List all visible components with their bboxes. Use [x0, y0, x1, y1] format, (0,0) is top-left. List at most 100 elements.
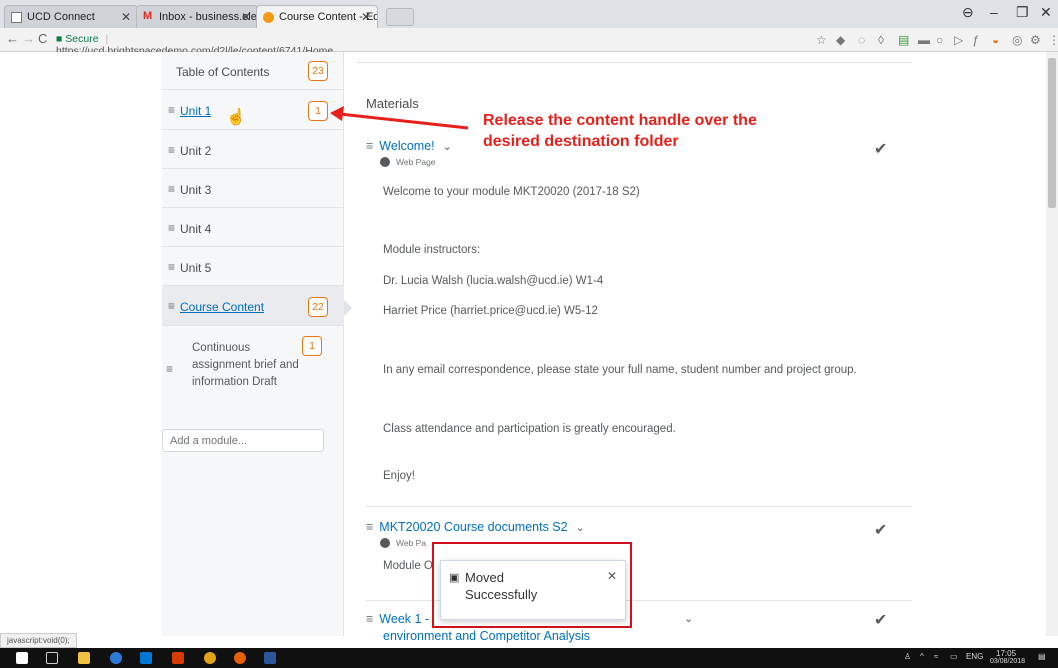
drag-handle-icon[interactable]: ≡: [168, 221, 175, 235]
topic-title[interactable]: environment and Competitor Analysis: [383, 629, 590, 643]
drag-handle-icon[interactable]: ≡: [366, 612, 373, 626]
unit-label[interactable]: Unit 2: [180, 144, 211, 158]
topic-type: Web Pa: [380, 538, 426, 548]
close-window-button[interactable]: ✕: [1040, 4, 1052, 21]
chevron-down-icon[interactable]: ⌄: [576, 522, 585, 534]
unit-label[interactable]: Unit 5: [180, 261, 211, 275]
task-view-icon[interactable]: [46, 652, 58, 664]
checkmark-icon: ✔: [874, 522, 888, 539]
drag-handle-icon[interactable]: ≡: [366, 139, 373, 153]
extension-icon[interactable]: ○: [936, 33, 943, 47]
body-line: Dr. Lucia Walsh (lucia.walsh@ucd.ie) W1-…: [383, 275, 604, 287]
annotation-text: Release the content handle over the desi…: [483, 110, 757, 152]
toc-unit-4[interactable]: ≡ Unit 4: [162, 208, 344, 247]
tab-ucd-connect[interactable]: UCD Connect ✕: [4, 5, 138, 28]
extension-icon[interactable]: ◎: [1012, 33, 1022, 47]
unit-label[interactable]: Unit 4: [180, 222, 211, 236]
tray-up-icon[interactable]: ^: [920, 652, 924, 661]
toc-title-row[interactable]: Table of Contents 23: [162, 52, 344, 90]
close-icon[interactable]: ✕: [361, 10, 371, 24]
menu-icon[interactable]: ⋮: [1048, 33, 1058, 47]
unit-label[interactable]: Unit 1: [180, 104, 211, 118]
drag-handle-icon[interactable]: ≡: [168, 299, 175, 313]
forward-button[interactable]: →: [22, 31, 35, 46]
gmail-icon: M: [143, 10, 153, 22]
maximize-button[interactable]: ❐: [1016, 4, 1029, 21]
word-icon[interactable]: [264, 652, 276, 664]
firefox-icon[interactable]: [234, 652, 246, 664]
taskbar: ♙ ^ ≈ ▭ ENG 17:05 03/08/2018 ▤: [0, 648, 1058, 668]
topic-title[interactable]: MKT20020 Course documents S2: [379, 520, 567, 534]
topic-week-1[interactable]: ≡ Week 1 -: [366, 612, 429, 626]
chrome-icon[interactable]: [204, 652, 216, 664]
windows-start-icon[interactable]: [16, 652, 28, 664]
globe-icon: [380, 538, 390, 548]
scrollbar-thumb[interactable]: [1048, 58, 1056, 208]
toc-unit-1[interactable]: ≡ Unit 1 1: [162, 90, 344, 130]
chevron-down-icon[interactable]: ⌄: [684, 612, 693, 625]
display-icon[interactable]: ▭: [950, 652, 958, 661]
reload-button[interactable]: C: [38, 31, 47, 46]
tab-course-content[interactable]: Course Content - EdTech ✕: [256, 5, 378, 28]
module-label[interactable]: Course Content: [180, 300, 264, 314]
topic-welcome[interactable]: ≡ Welcome! ⌄: [366, 139, 452, 153]
new-tab-button[interactable]: [386, 8, 414, 26]
body-line: Module instructors:: [383, 244, 481, 256]
extension-icon[interactable]: ▷: [954, 33, 963, 47]
close-icon[interactable]: ✕: [241, 10, 251, 24]
extension-icon[interactable]: ◌: [858, 33, 865, 47]
office-icon[interactable]: [172, 652, 184, 664]
drag-handle-icon[interactable]: ≡: [366, 520, 373, 534]
topic-type: Web Page: [380, 157, 436, 167]
toc-title: Table of Contents: [176, 65, 270, 79]
toc-unit-2[interactable]: ≡ Unit 2: [162, 130, 344, 169]
notification-icon[interactable]: ▤: [1038, 652, 1046, 661]
secure-label: Secure: [65, 33, 99, 45]
extension-icon[interactable]: ◒: [992, 33, 999, 47]
add-module-input[interactable]: Add a module...: [162, 429, 324, 452]
url-field[interactable]: ■ Secure | https://ucd.brightspacedemo.c…: [56, 31, 376, 57]
toc-course-content[interactable]: ≡ Course Content 22: [162, 286, 344, 326]
extension-icon[interactable]: ◊: [878, 33, 884, 47]
topic-course-documents[interactable]: ≡ MKT20020 Course documents S2 ⌄: [366, 520, 585, 534]
close-icon[interactable]: ✕: [121, 10, 131, 24]
profile-icon[interactable]: ⊖: [962, 4, 974, 21]
drag-handle-icon[interactable]: ≡: [168, 182, 175, 196]
drag-handle-icon[interactable]: ≡: [166, 362, 173, 376]
body-line: In any email correspondence, please stat…: [383, 364, 857, 376]
address-bar: ← → C ■ Secure | https://ucd.brightspace…: [0, 28, 1058, 57]
tab-inbox[interactable]: M Inbox - business.elearnin ✕: [136, 5, 258, 28]
brightspace-icon: [263, 12, 274, 23]
toc-sub-module[interactable]: Continuous assignment brief and informat…: [192, 340, 312, 391]
people-icon[interactable]: ♙: [904, 652, 911, 661]
toc-unit-3[interactable]: ≡ Unit 3: [162, 169, 344, 208]
network-icon[interactable]: ≈: [934, 652, 938, 661]
clock-date[interactable]: 03/08/2018: [990, 658, 1025, 665]
unit-label[interactable]: Unit 3: [180, 183, 211, 197]
media-icon[interactable]: [140, 652, 152, 664]
chevron-down-icon[interactable]: ⌄: [443, 141, 452, 153]
extension-icon[interactable]: ƒ: [972, 33, 979, 47]
extension-icon[interactable]: ▤: [898, 33, 909, 47]
lock-icon: ■: [56, 33, 63, 45]
file-explorer-icon[interactable]: [78, 652, 90, 664]
count-badge: 22: [308, 297, 328, 317]
drag-handle-icon[interactable]: ≡: [168, 103, 175, 117]
status-bar-url: javascript:void(0);: [0, 633, 77, 648]
toc-unit-5[interactable]: ≡ Unit 5: [162, 247, 344, 286]
count-badge: 23: [308, 61, 328, 81]
annotation-arrow: [330, 106, 469, 130]
minimize-button[interactable]: –: [990, 4, 998, 20]
clock-time[interactable]: 17:05: [996, 649, 1016, 658]
back-button[interactable]: ←: [6, 31, 19, 46]
language-indicator[interactable]: ENG: [966, 652, 983, 661]
extension-icon[interactable]: ◆: [836, 33, 845, 47]
drag-handle-icon[interactable]: ≡: [168, 143, 175, 157]
settings-icon[interactable]: ⚙: [1030, 33, 1041, 47]
edge-icon[interactable]: [110, 652, 122, 664]
bookmark-star-icon[interactable]: ☆: [816, 33, 827, 47]
topic-title[interactable]: Week 1 -: [379, 612, 429, 626]
extension-icon[interactable]: ▬: [918, 33, 930, 47]
drag-handle-icon[interactable]: ≡: [168, 260, 175, 274]
topic-title[interactable]: Welcome!: [379, 139, 434, 153]
